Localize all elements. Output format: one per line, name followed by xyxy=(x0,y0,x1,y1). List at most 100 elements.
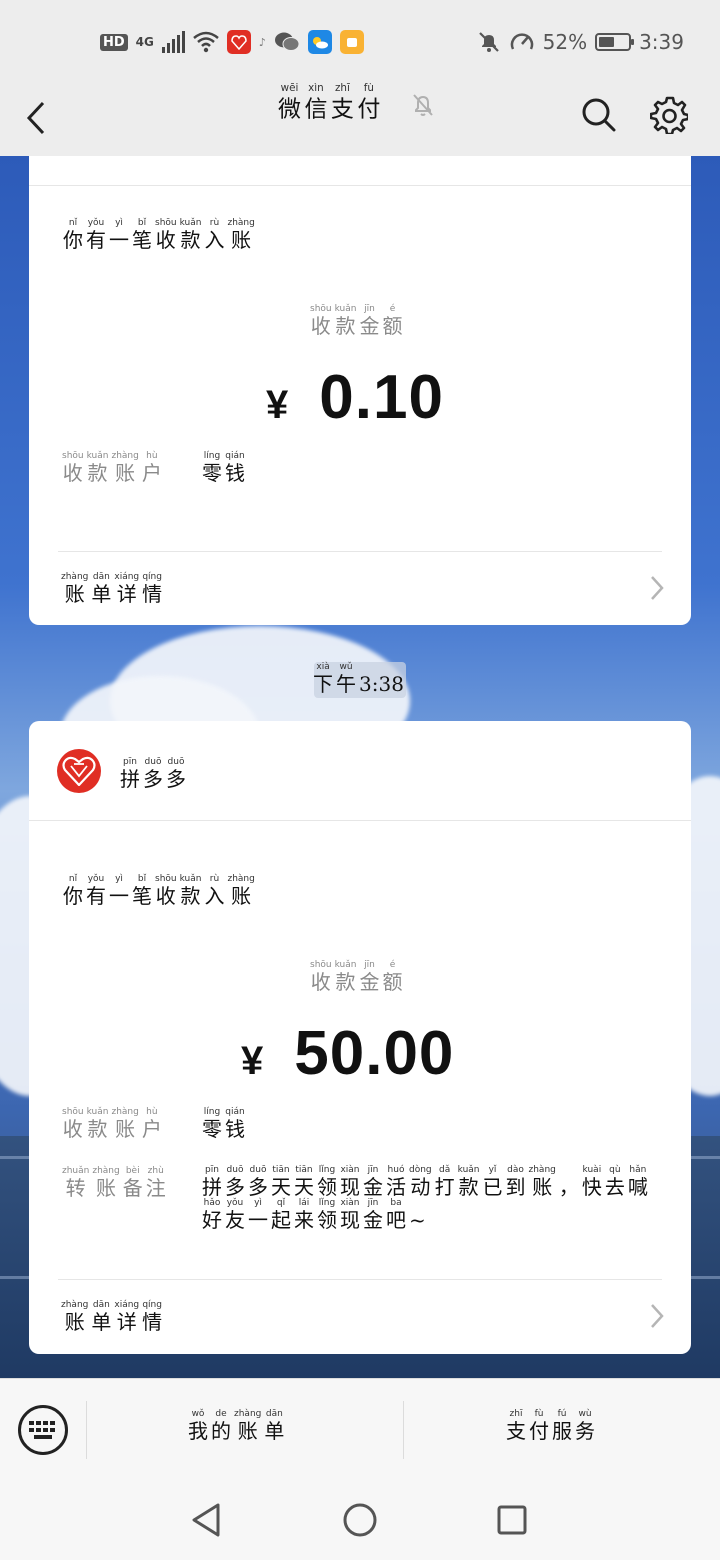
search-button[interactable] xyxy=(576,92,622,138)
ruby-char: lái 来 xyxy=(294,1198,314,1231)
payment-card-2[interactable]: pīn 拼 duō 多 duō 多 nǐ 你 yǒu 有 yì 一 bǐ 笔 shōu 收 kuǎn 款 rù 入 z… xyxy=(29,721,691,1354)
ruby-char: zhù 注 xyxy=(146,1166,166,1199)
ruby-char: kuǎn 款 xyxy=(87,1107,109,1140)
ruby-char: wēi 微 xyxy=(278,83,301,121)
amount-display: ¥ 0.10 xyxy=(266,362,444,433)
hanzi: 入 xyxy=(204,884,225,908)
ruby-char: yǒu 友 xyxy=(225,1198,245,1231)
bill-details-link[interactable]: zhàng 账 dān 单 xiáng 详 qíng 情 xyxy=(61,572,165,605)
hanzi: 动 xyxy=(410,1175,431,1199)
hanzi: 款 xyxy=(87,1117,108,1141)
payment-card-1[interactable]: nǐ 你 yǒu 有 yì 一 bǐ 笔 shōu 收 kuǎn 款 rù 入 zhàng 账 shōu 收 ku… xyxy=(29,156,691,625)
ruby-char: 3:38 xyxy=(359,662,404,695)
hanzi: 的 xyxy=(211,1419,231,1443)
hanzi: 收 xyxy=(310,970,331,994)
hanzi: 账 xyxy=(231,228,252,252)
pinduoduo-app-icon xyxy=(226,30,251,54)
ruby-char: zhàng 账 xyxy=(61,572,88,605)
hanzi: 3:38 xyxy=(359,672,404,696)
ruby-char: huó 活 xyxy=(386,1165,406,1198)
hanzi: 多 xyxy=(225,1175,245,1199)
ruby-char: zhī 支 xyxy=(506,1409,526,1442)
ruby-char: shōu 收 xyxy=(62,1107,84,1140)
chat-area[interactable]: nǐ 你 yǒu 有 yì 一 bǐ 笔 shōu 收 kuǎn 款 rù 入 zhàng 账 shōu 收 ku… xyxy=(0,156,720,1378)
nav-recents-button[interactable] xyxy=(492,1500,532,1540)
hanzi: 转 xyxy=(65,1176,86,1200)
hanzi: 账 xyxy=(532,1175,553,1199)
hanzi: 一 xyxy=(109,228,129,252)
chevron-right-icon xyxy=(651,576,664,600)
ruby-char: shōu 收 xyxy=(310,960,332,993)
hanzi: 款 xyxy=(335,314,356,338)
ruby-char: hǎo 好 xyxy=(202,1198,222,1231)
pay-services-menu[interactable]: zhī 支 fù 付 fú 服 wù 务 xyxy=(506,1409,598,1442)
ruby-char: yì 一 xyxy=(109,874,129,907)
nav-home-button[interactable] xyxy=(340,1500,380,1540)
amount-label: shōu 收 kuǎn 款 jīn 金 é 额 xyxy=(310,960,405,993)
details-divider xyxy=(58,1279,662,1280)
ruby-char: de 的 xyxy=(211,1409,231,1442)
ruby-char: jīn 金 xyxy=(359,304,379,337)
square-recents-icon xyxy=(497,1505,527,1535)
hanzi: 多 xyxy=(248,1175,268,1199)
hanzi: 款 xyxy=(87,461,108,485)
account-label: shōu 收 kuǎn 款 zhàng 账 hù 户 xyxy=(62,1107,165,1140)
ruby-char: yǒu 有 xyxy=(86,218,106,251)
ruby-char: shōu 收 xyxy=(62,451,84,484)
battery-percent: 52% xyxy=(542,30,588,54)
settings-button[interactable] xyxy=(646,92,692,138)
my-bills-menu[interactable]: wǒ 我 de 的 zhàng 账 dān 单 xyxy=(188,1409,287,1442)
ruby-char: qián 钱 xyxy=(225,451,245,484)
merchant-name: pīn 拼 duō 多 duō 多 xyxy=(120,757,189,790)
hanzi: 账 xyxy=(231,884,252,908)
ruby-char: fù 付 xyxy=(357,83,380,121)
ruby-char: fú 服 xyxy=(552,1409,572,1442)
ruby-char: pīn 拼 xyxy=(120,757,140,790)
hanzi: 好 xyxy=(202,1208,222,1232)
ruby-char: duō 多 xyxy=(248,1165,268,1198)
intro-text: nǐ 你 yǒu 有 yì 一 bǐ 笔 shōu 收 kuǎn 款 rù 入 zhàng 账 xyxy=(63,218,258,251)
hanzi: 款 xyxy=(180,228,201,252)
hanzi: 钱 xyxy=(225,1117,245,1141)
hanzi: 单 xyxy=(264,1419,285,1443)
bill-details-link[interactable]: zhàng 账 dān 单 xiáng 详 qíng 情 xyxy=(61,1300,165,1333)
hanzi: 详 xyxy=(116,1310,137,1334)
hanzi: 款 xyxy=(458,1175,479,1199)
ruby-char: dān 单 xyxy=(264,1409,284,1442)
ruby-char: jīn 金 xyxy=(363,1165,383,1198)
ruby-char: wù 务 xyxy=(575,1409,595,1442)
ruby-char: lǐng 领 xyxy=(317,1198,337,1231)
hanzi: 付 xyxy=(357,94,381,123)
hanzi: 账 xyxy=(115,461,136,485)
back-button[interactable] xyxy=(16,92,56,144)
status-bar: HD 4G ♪ 52% 3:39 xyxy=(0,0,720,80)
ruby-char: qù 去 xyxy=(605,1165,625,1198)
nav-back-button[interactable] xyxy=(186,1500,226,1540)
pinduoduo-avatar[interactable] xyxy=(57,749,101,793)
hanzi: 情 xyxy=(142,582,163,606)
hanzi: 户 xyxy=(141,1117,162,1141)
hanzi: 户 xyxy=(141,461,162,485)
ruby-char: hù 户 xyxy=(142,1107,162,1140)
hanzi: 到 xyxy=(505,1175,526,1199)
hanzi: 你 xyxy=(63,228,83,252)
hanzi: 微 xyxy=(278,94,301,123)
hanzi: 友 xyxy=(225,1208,245,1232)
keyboard-toggle-button[interactable] xyxy=(18,1405,68,1455)
keyboard-icon xyxy=(29,1421,55,1439)
remark-label: zhuǎn 转 zhàng 账 bèi 备 zhù 注 xyxy=(62,1166,169,1199)
hanzi: 活 xyxy=(386,1175,406,1199)
ruby-char: xìn 信 xyxy=(304,83,327,121)
ruby-char: yǐ 已 xyxy=(483,1165,503,1198)
ruby-char: zhàng 账 xyxy=(234,1409,261,1442)
hanzi: 笔 xyxy=(132,884,152,908)
hanzi: 金 xyxy=(359,314,380,338)
account-value: líng 零 qián 钱 xyxy=(202,451,248,484)
amount-value: 0.10 xyxy=(319,363,444,432)
ruby-char: rù 入 xyxy=(204,218,224,251)
hanzi: 信 xyxy=(304,94,328,123)
ruby-char: zhàng 账 xyxy=(227,874,254,907)
hanzi: 支 xyxy=(330,94,354,123)
gear-icon xyxy=(650,96,688,134)
battery-icon xyxy=(595,33,635,51)
